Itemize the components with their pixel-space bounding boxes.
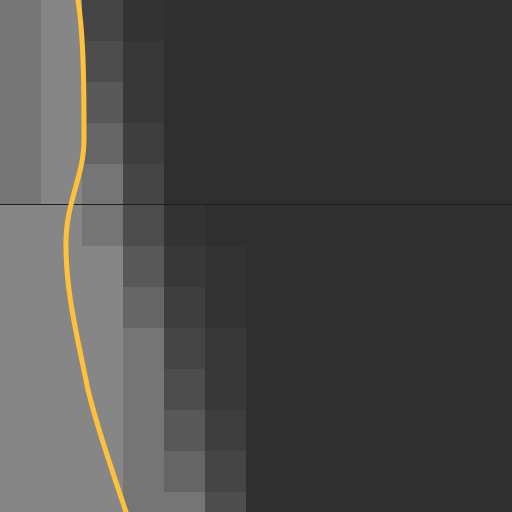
heatmap-cell	[205, 41, 246, 82]
heatmap-cell	[82, 492, 123, 512]
heatmap-cell	[0, 205, 41, 246]
heatmap-cell	[123, 328, 164, 369]
heatmap-cell	[123, 205, 164, 246]
heatmap-cell	[205, 451, 246, 492]
heatmap-cell	[164, 205, 205, 246]
heatmap-cell	[205, 410, 246, 451]
heatmap-cell	[164, 287, 205, 328]
heatmap-cell	[41, 205, 82, 246]
heatmap-cell	[164, 41, 205, 82]
heatmap-cell	[0, 82, 41, 123]
heatmap-cell	[82, 82, 123, 123]
heatmap-cell	[123, 41, 164, 82]
heatmap-cell	[205, 492, 246, 512]
heatmap-cell	[164, 0, 205, 41]
heatmap-cell	[123, 451, 164, 492]
heatmap-cell	[205, 123, 246, 164]
heatmap-cell	[205, 246, 246, 287]
heatmap-cell	[82, 246, 123, 287]
heatmap-cell	[205, 328, 246, 369]
heatmap-cell	[41, 410, 82, 451]
heatmap-cell	[205, 369, 246, 410]
heatmap-cell	[123, 164, 164, 205]
heatmap-cell	[82, 287, 123, 328]
heatmap-cell	[164, 164, 205, 205]
heatmap-cell	[164, 328, 205, 369]
heatmap-cell	[82, 123, 123, 164]
horizontal-divider	[0, 204, 512, 205]
heatmap-cell	[164, 492, 205, 512]
heatmap-cell	[123, 287, 164, 328]
heatmap-cell	[0, 287, 41, 328]
heatmap-cell	[164, 82, 205, 123]
heatmap-cell	[41, 82, 82, 123]
heatmap-cell	[0, 41, 41, 82]
heatmap-grid	[0, 0, 512, 512]
heatmap-cell	[123, 82, 164, 123]
heatmap-cell	[164, 246, 205, 287]
heatmap-cell	[123, 0, 164, 41]
heatmap-cell	[0, 123, 41, 164]
heatmap-cell	[0, 0, 41, 41]
heatmap-cell	[41, 246, 82, 287]
heatmap-cell	[164, 123, 205, 164]
heatmap-cell	[205, 287, 246, 328]
heatmap-cell	[164, 369, 205, 410]
heatmap-cell	[0, 328, 41, 369]
heatmap-cell	[0, 492, 41, 512]
heatmap-cell	[123, 492, 164, 512]
heatmap-cell	[41, 287, 82, 328]
heatmap-cell	[123, 246, 164, 287]
heatmap-cell	[82, 451, 123, 492]
heatmap-cell	[205, 205, 246, 246]
heatmap-cell	[205, 0, 246, 41]
heatmap-cell	[41, 164, 82, 205]
heatmap-cell	[164, 410, 205, 451]
heatmap-cell	[41, 369, 82, 410]
heatmap-cell	[41, 0, 82, 41]
heatmap-cell	[205, 164, 246, 205]
heatmap-cell	[41, 492, 82, 512]
canvas-viewport[interactable]	[0, 0, 512, 512]
heatmap-cell	[82, 41, 123, 82]
heatmap-cell	[123, 410, 164, 451]
heatmap-cell	[0, 369, 41, 410]
heatmap-cell	[82, 328, 123, 369]
heatmap-cell	[82, 205, 123, 246]
heatmap-cell	[205, 82, 246, 123]
heatmap-cell	[41, 123, 82, 164]
heatmap-cell	[82, 369, 123, 410]
heatmap-cell	[0, 410, 41, 451]
heatmap-cell	[82, 0, 123, 41]
heatmap-cell	[164, 451, 205, 492]
heatmap-cell	[41, 451, 82, 492]
heatmap-cell	[41, 41, 82, 82]
heatmap-cell	[41, 328, 82, 369]
heatmap-cell	[0, 164, 41, 205]
heatmap-cell	[123, 123, 164, 164]
heatmap-cell	[0, 451, 41, 492]
heatmap-cell	[82, 410, 123, 451]
heatmap-cell	[82, 164, 123, 205]
heatmap-cell	[0, 246, 41, 287]
heatmap-cell	[123, 369, 164, 410]
